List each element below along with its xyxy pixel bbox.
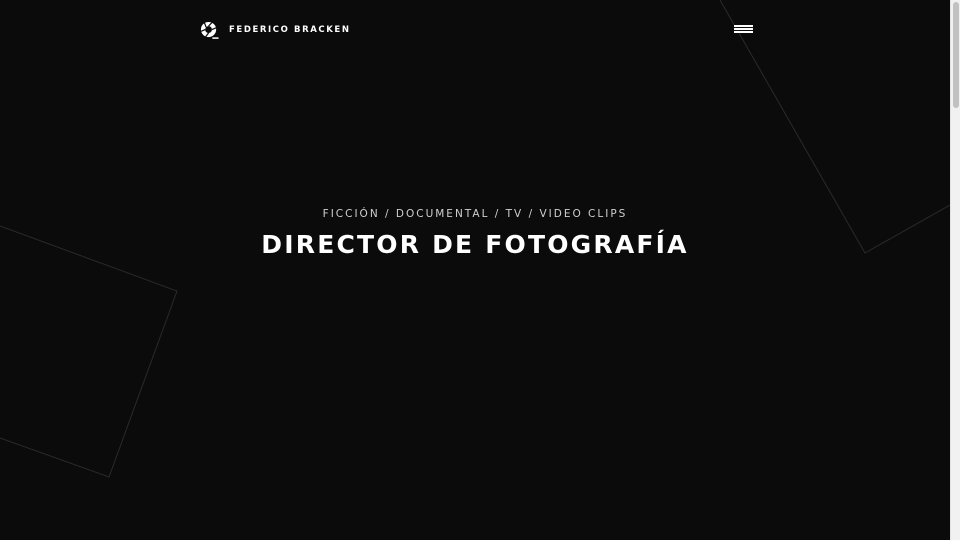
decor-line-left <box>0 225 178 478</box>
menu-bar-middle <box>734 28 753 30</box>
page: FEDERICO BRACKEN FICCIÓN / DOCUMENTAL / … <box>0 0 960 540</box>
scrollbar[interactable] <box>950 0 960 540</box>
scrollbar-thumb[interactable] <box>953 2 959 108</box>
camera-aperture-icon <box>200 21 219 39</box>
hero-title: DIRECTOR DE FOTOGRAFÍA <box>261 230 689 259</box>
hamburger-menu-icon[interactable] <box>731 22 755 36</box>
menu-bar-top <box>734 25 753 27</box>
menu-bar-bottom <box>734 31 753 33</box>
background-decoration <box>0 0 950 478</box>
brand-name: FEDERICO BRACKEN <box>229 25 351 35</box>
brand-link[interactable]: FEDERICO BRACKEN <box>200 20 351 40</box>
hero-subtitle: FICCIÓN / DOCUMENTAL / TV / VIDEO CLIPS <box>322 208 628 220</box>
